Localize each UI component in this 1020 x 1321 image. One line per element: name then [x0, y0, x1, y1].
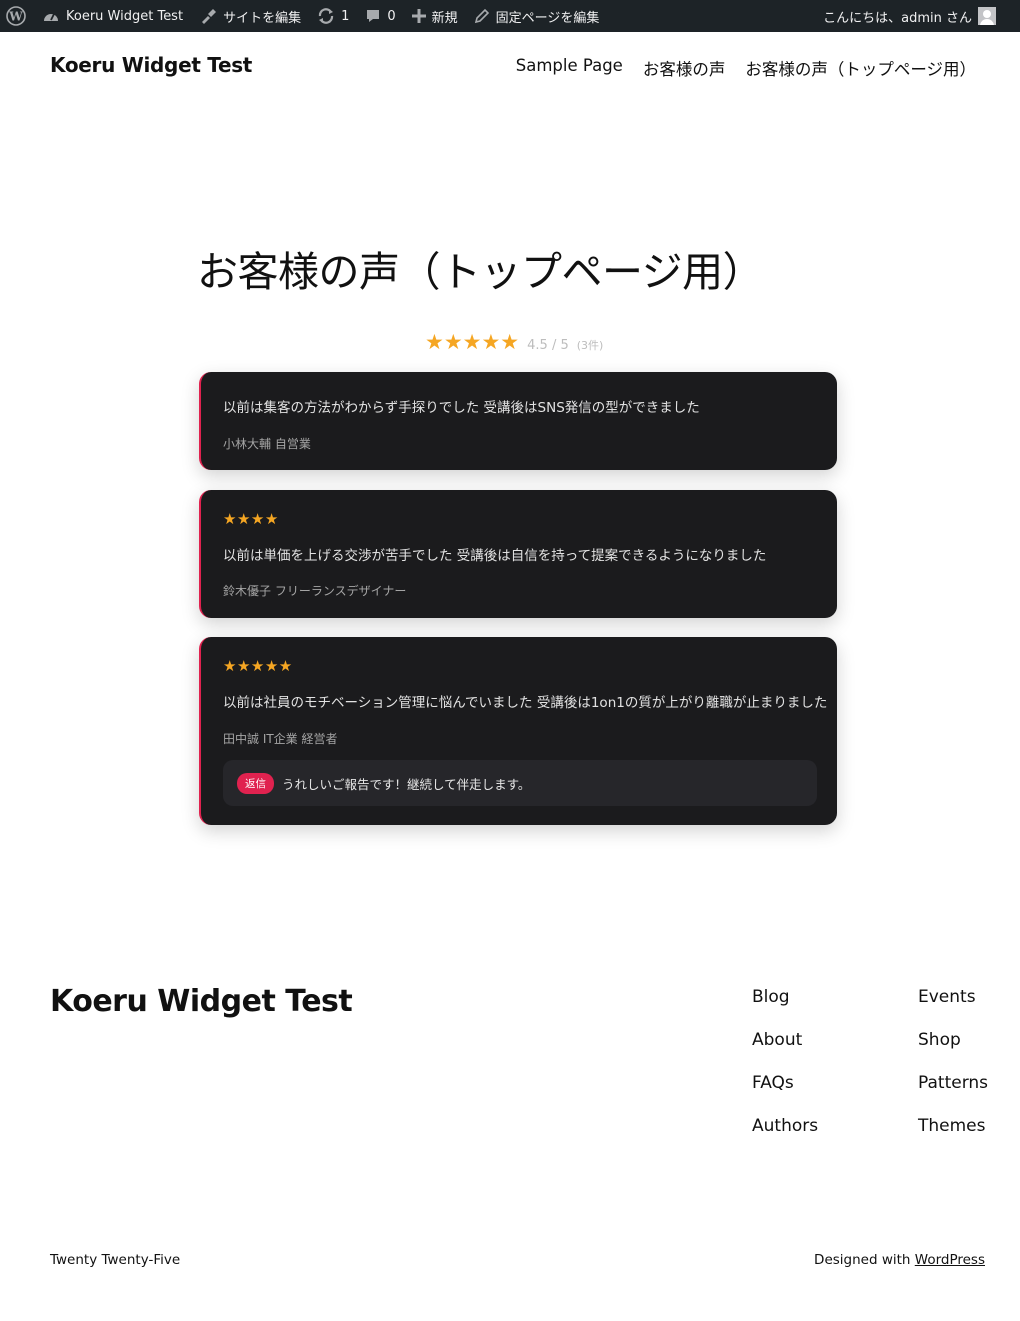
comments-button[interactable]: 0	[357, 0, 403, 32]
customize-label: サイトを編集	[223, 10, 302, 26]
footer-link-shop[interactable]: Shop	[918, 1029, 988, 1051]
main-navigation: Sample Page お客様の声 お客様の声（トップページ用）	[516, 56, 976, 80]
dashboard-gauge-icon	[42, 8, 60, 24]
review-author: 田中誠 IT企業 経営者	[223, 732, 338, 746]
admin-bar: W Koeru Widget Test サイトを編集 1 0 新規 固定ページを…	[0, 0, 1020, 32]
my-account-menu[interactable]: こんにちは、admin さん	[823, 0, 1020, 32]
avatar	[978, 7, 996, 25]
rating-stars: ★★★★★	[425, 330, 520, 354]
refresh-icon	[317, 8, 335, 24]
footer-link-about[interactable]: About	[752, 1029, 818, 1051]
wordpress-logo-icon: W	[6, 6, 26, 26]
comments-count: 0	[387, 8, 396, 24]
footer-link-authors[interactable]: Authors	[752, 1115, 818, 1137]
footer-nav-column-1: Blog About FAQs Authors	[752, 986, 818, 1137]
footer-nav-column-2: Events Shop Patterns Themes	[918, 986, 988, 1137]
review-stars: ★★★★★	[223, 657, 293, 675]
customize-site-button[interactable]: サイトを編集	[191, 0, 309, 32]
review-text: 以前は社員のモチベーション管理に悩んでいました 受講後は1on1の質が上がり離職…	[223, 695, 828, 711]
rating-score: 4.5 / 5	[527, 338, 569, 353]
updates-count: 1	[341, 8, 350, 24]
site-name-menu[interactable]: Koeru Widget Test	[34, 0, 191, 32]
new-label: 新規	[431, 10, 458, 26]
wordpress-logo-button[interactable]: W	[0, 0, 34, 32]
wordpress-link[interactable]: WordPress	[915, 1252, 985, 1268]
footer-site-title[interactable]: Koeru Widget Test	[50, 984, 353, 1019]
review-author: 鈴木優子 フリーランスデザイナー	[223, 584, 407, 598]
plus-icon	[411, 9, 426, 23]
svg-text:W: W	[8, 10, 23, 24]
designed-with-credit: Designed with WordPress	[814, 1252, 985, 1268]
new-content-button[interactable]: 新規	[404, 0, 466, 32]
brush-icon	[199, 8, 217, 24]
footer-link-patterns[interactable]: Patterns	[918, 1072, 988, 1094]
site-title[interactable]: Koeru Widget Test	[50, 53, 252, 77]
reply-badge: 返信	[237, 772, 274, 794]
review-card: ★★★★ 以前は単価を上げる交渉が苦手でした 受講後は自信を持って提案できるよう…	[199, 490, 837, 618]
footer-link-faqs[interactable]: FAQs	[752, 1072, 818, 1094]
footer-link-themes[interactable]: Themes	[918, 1115, 988, 1137]
rating-summary: ★★★★★ 4.5 / 5 (3件)	[425, 330, 603, 354]
designed-with-text: Designed with	[814, 1252, 911, 1268]
site-name-label: Koeru Widget Test	[66, 8, 184, 24]
footer-link-blog[interactable]: Blog	[752, 986, 818, 1008]
edit-page-button[interactable]: 固定ページを編集	[466, 0, 608, 32]
footer-link-events[interactable]: Events	[918, 986, 988, 1008]
pencil-icon	[474, 8, 490, 24]
page-title: お客様の声（トップページ用）	[197, 248, 764, 296]
nav-item-testimonials-top[interactable]: お客様の声（トップページ用）	[745, 56, 976, 80]
review-card: ★★★★★ 以前は社員のモチベーション管理に悩んでいました 受講後は1on1の質…	[199, 637, 837, 825]
comment-bubble-icon	[365, 8, 381, 24]
review-stars: ★★★★	[223, 510, 279, 528]
review-text: 以前は集客の方法がわからず手探りでした 受講後はSNS発信の型ができました	[223, 400, 700, 416]
review-author: 小林大輔 自営業	[223, 437, 311, 451]
reply-text: うれしいご報告です！継続して伴走します。	[282, 776, 531, 792]
nav-item-sample-page[interactable]: Sample Page	[516, 56, 623, 80]
rating-count: (3件)	[576, 339, 604, 352]
greeting-text: こんにちは、admin さん	[823, 10, 972, 26]
review-card: 以前は集客の方法がわからず手探りでした 受講後はSNS発信の型ができました 小林…	[199, 372, 837, 470]
theme-credit: Twenty Twenty-Five	[50, 1252, 181, 1268]
edit-page-label: 固定ページを編集	[495, 10, 600, 26]
nav-item-testimonials[interactable]: お客様の声	[643, 56, 726, 80]
updates-button[interactable]: 1	[309, 0, 357, 32]
review-reply: 返信 うれしいご報告です！継続して伴走します。	[223, 760, 817, 806]
review-text: 以前は単価を上げる交渉が苦手でした 受講後は自信を持って提案できるようになりまし…	[223, 548, 767, 564]
